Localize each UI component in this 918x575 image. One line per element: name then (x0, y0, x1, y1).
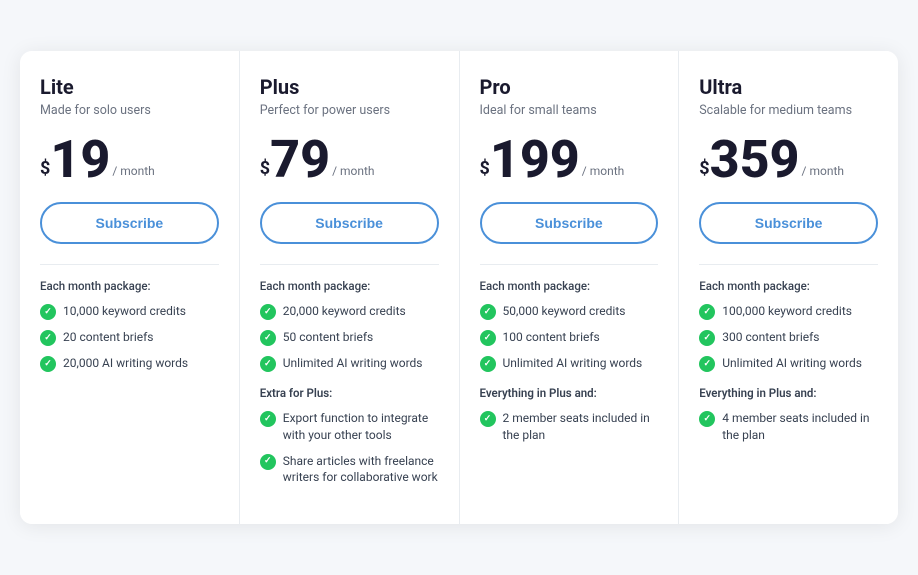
check-icon (699, 330, 715, 346)
check-icon (260, 411, 276, 427)
feature-item: 50,000 keyword credits (480, 303, 659, 320)
extra-feature-item: Export function to integrate with your o… (260, 410, 439, 444)
price-period-lite: / month (112, 164, 154, 178)
divider-ultra (699, 264, 878, 265)
subscribe-button-plus[interactable]: Subscribe (260, 202, 439, 244)
divider-lite (40, 264, 219, 265)
monthly-features-ultra: 100,000 keyword credits 300 content brie… (699, 303, 878, 372)
check-icon (40, 356, 56, 372)
monthly-features-pro: 50,000 keyword credits 100 content brief… (480, 303, 659, 372)
monthly-features-lite: 10,000 keyword credits 20 content briefs… (40, 303, 219, 372)
price-row-plus: $ 79 / month (260, 134, 439, 186)
extra-features-pro: 2 member seats included in the plan (480, 410, 659, 444)
monthly-label-plus: Each month package: (260, 279, 439, 293)
extra-label-pro: Everything in Plus and: (480, 386, 659, 400)
currency-ultra: $ (699, 160, 709, 178)
feature-item: 20,000 AI writing words (40, 355, 219, 372)
price-period-plus: / month (332, 164, 374, 178)
plan-card-ultra: Ultra Scalable for medium teams $ 359 / … (679, 51, 898, 524)
check-icon (40, 330, 56, 346)
feature-item: 300 content briefs (699, 329, 878, 346)
subscribe-button-pro[interactable]: Subscribe (480, 202, 659, 244)
extra-features-plus: Export function to integrate with your o… (260, 410, 439, 486)
subscribe-button-ultra[interactable]: Subscribe (699, 202, 878, 244)
plan-name-lite: Lite (40, 75, 219, 99)
monthly-label-pro: Each month package: (480, 279, 659, 293)
feature-item: Unlimited AI writing words (480, 355, 659, 372)
price-amount-pro: 199 (490, 134, 580, 186)
check-icon (480, 330, 496, 346)
feature-item: 50 content briefs (260, 329, 439, 346)
monthly-label-lite: Each month package: (40, 279, 219, 293)
plan-card-plus: Plus Perfect for power users $ 79 / mont… (240, 51, 460, 524)
check-icon (260, 304, 276, 320)
extra-feature-item: Share articles with freelance writers fo… (260, 453, 439, 487)
plan-card-lite: Lite Made for solo users $ 19 / month Su… (20, 51, 240, 524)
price-row-ultra: $ 359 / month (699, 134, 878, 186)
check-icon (260, 454, 276, 470)
feature-item: 10,000 keyword credits (40, 303, 219, 320)
currency-pro: $ (480, 160, 490, 178)
plan-subtitle-lite: Made for solo users (40, 103, 219, 118)
price-period-ultra: / month (802, 164, 844, 178)
check-icon (699, 356, 715, 372)
feature-item: 100,000 keyword credits (699, 303, 878, 320)
divider-pro (480, 264, 659, 265)
feature-item: 20 content briefs (40, 329, 219, 346)
subscribe-button-lite[interactable]: Subscribe (40, 202, 219, 244)
price-amount-ultra: 359 (710, 134, 800, 186)
plan-card-pro: Pro Ideal for small teams $ 199 / month … (460, 51, 680, 524)
price-row-pro: $ 199 / month (480, 134, 659, 186)
plan-name-ultra: Ultra (699, 75, 878, 99)
plan-subtitle-ultra: Scalable for medium teams (699, 103, 878, 118)
feature-item: 20,000 keyword credits (260, 303, 439, 320)
check-icon (699, 304, 715, 320)
pricing-table: Lite Made for solo users $ 19 / month Su… (20, 51, 898, 524)
plan-subtitle-pro: Ideal for small teams (480, 103, 659, 118)
price-row-lite: $ 19 / month (40, 134, 219, 186)
check-icon (260, 356, 276, 372)
plan-name-plus: Plus (260, 75, 439, 99)
check-icon (40, 304, 56, 320)
plan-subtitle-plus: Perfect for power users (260, 103, 439, 118)
divider-plus (260, 264, 439, 265)
monthly-features-plus: 20,000 keyword credits 50 content briefs… (260, 303, 439, 372)
check-icon (699, 411, 715, 427)
feature-item: 100 content briefs (480, 329, 659, 346)
price-period-pro: / month (582, 164, 624, 178)
extra-features-ultra: 4 member seats included in the plan (699, 410, 878, 444)
extra-feature-item: 2 member seats included in the plan (480, 410, 659, 444)
check-icon (480, 356, 496, 372)
monthly-label-ultra: Each month package: (699, 279, 878, 293)
extra-label-ultra: Everything in Plus and: (699, 386, 878, 400)
feature-item: Unlimited AI writing words (699, 355, 878, 372)
extra-feature-item: 4 member seats included in the plan (699, 410, 878, 444)
currency-plus: $ (260, 160, 270, 178)
check-icon (480, 304, 496, 320)
feature-item: Unlimited AI writing words (260, 355, 439, 372)
check-icon (260, 330, 276, 346)
extra-label-plus: Extra for Plus: (260, 386, 439, 400)
check-icon (480, 411, 496, 427)
currency-lite: $ (40, 160, 50, 178)
plan-name-pro: Pro (480, 75, 659, 99)
price-amount-plus: 79 (270, 134, 330, 186)
price-amount-lite: 19 (50, 134, 110, 186)
